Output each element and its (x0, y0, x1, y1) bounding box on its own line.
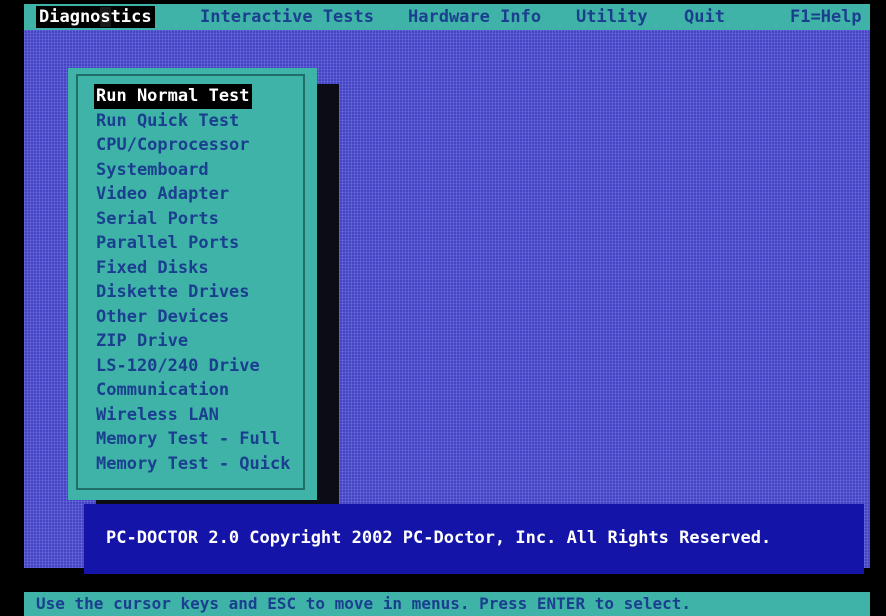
menu-bar: Diagnostics Interactive Tests Hardware I… (24, 4, 870, 30)
menu-option-fixed-disks[interactable]: Fixed Disks (94, 256, 292, 281)
menu-utility[interactable]: Utility (576, 6, 648, 28)
menu-option-cpu-coprocessor[interactable]: CPU/Coprocessor (94, 133, 292, 158)
desktop-background: Run Normal Test Run Quick Test CPU/Copro… (24, 30, 870, 574)
menu-quit[interactable]: Quit (684, 6, 725, 28)
menu-diagnostics-label-a: Diagno (39, 7, 101, 27)
menu-option-diskette-drives[interactable]: Diskette Drives (94, 280, 292, 305)
menu-option-communication[interactable]: Communication (94, 378, 292, 403)
menu-option-run-normal-test[interactable]: Run Normal Test (94, 84, 252, 109)
menu-option-parallel-ports[interactable]: Parallel Ports (94, 231, 292, 256)
menu-option-serial-ports[interactable]: Serial Ports (94, 207, 292, 232)
menu-option-memory-test-quick[interactable]: Memory Test - Quick (94, 452, 292, 477)
status-bar: Use the cursor keys and ESC to move in m… (24, 592, 870, 616)
menu-option-other-devices[interactable]: Other Devices (94, 305, 292, 330)
copyright-banner: PC-DOCTOR 2.0 Copyright 2002 PC-Doctor, … (84, 504, 864, 574)
menu-help[interactable]: F1=Help (790, 6, 862, 28)
menu-hardware-info[interactable]: Hardware Info (408, 6, 541, 28)
menu-option-zip-drive[interactable]: ZIP Drive (94, 329, 292, 354)
status-text: Use the cursor keys and ESC to move in m… (36, 594, 692, 613)
menu-diagnostics-label-c: tics (110, 7, 152, 27)
menu-option-memory-test-full[interactable]: Memory Test - Full (94, 427, 292, 452)
menu-option-systemboard[interactable]: Systemboard (94, 158, 292, 183)
menu-diagnostics-hotkey: s (100, 7, 111, 27)
menu-option-ls120-drive[interactable]: LS-120/240 Drive (94, 354, 292, 379)
menu-interactive-tests[interactable]: Interactive Tests (200, 6, 374, 28)
menu-option-video-adapter[interactable]: Video Adapter (94, 182, 292, 207)
dropdown-list: Run Normal Test Run Quick Test CPU/Copro… (94, 84, 292, 476)
copyright-text: PC-DOCTOR 2.0 Copyright 2002 PC-Doctor, … (106, 528, 772, 548)
menu-diagnostics[interactable]: Diagnostics (36, 6, 155, 28)
menu-option-run-quick-test[interactable]: Run Quick Test (94, 109, 292, 134)
menu-option-wireless-lan[interactable]: Wireless LAN (94, 403, 292, 428)
diagnostics-dropdown: Run Normal Test Run Quick Test CPU/Copro… (68, 68, 317, 500)
